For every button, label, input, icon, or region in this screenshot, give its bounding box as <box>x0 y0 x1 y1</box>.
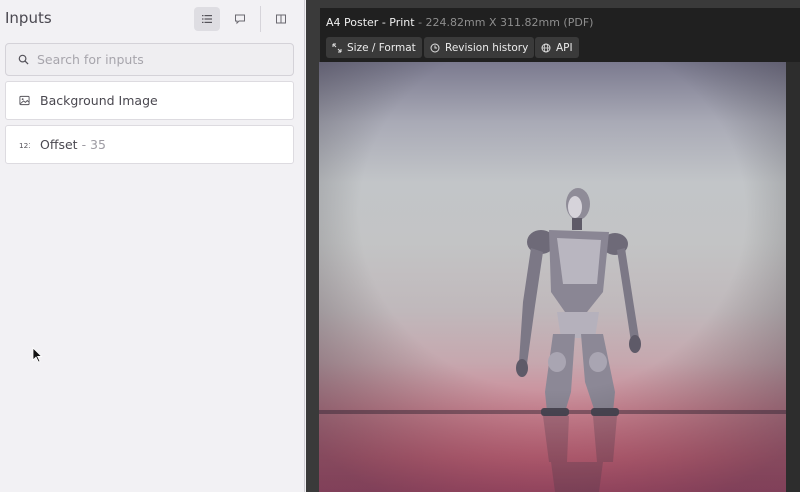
size-format-button[interactable]: Size / Format <box>326 37 422 58</box>
number-icon: 123 <box>19 139 30 150</box>
split-view-button[interactable] <box>268 7 294 31</box>
api-label: API <box>556 41 573 54</box>
poster-preview <box>319 62 786 492</box>
mouse-cursor-icon <box>32 347 43 363</box>
document-dimensions: - 224.82mm X 311.82mm (PDF) <box>414 16 594 29</box>
revision-history-label: Revision history <box>445 41 529 54</box>
resize-icon <box>332 43 342 52</box>
document-name: A4 Poster - Print <box>326 16 415 29</box>
input-offset[interactable]: 123 Offset - 35 <box>5 125 294 164</box>
size-format-label: Size / Format <box>347 41 416 54</box>
document-title: A4 Poster - Print - 224.82mm X 311.82mm … <box>326 16 593 29</box>
document-canvas: A4 Poster - Print - 224.82mm X 311.82mm … <box>306 0 800 492</box>
comments-button[interactable] <box>227 7 253 31</box>
revision-history-button[interactable]: Revision history <box>424 37 535 58</box>
input-background-image[interactable]: Background Image <box>5 81 294 120</box>
split-view-icon <box>276 14 286 24</box>
input-label: Offset <box>40 137 78 152</box>
panel-title: Inputs <box>5 9 52 27</box>
robot-figure-image <box>319 62 786 492</box>
list-icon <box>202 15 212 23</box>
inputs-panel: Inputs Back <box>0 0 305 492</box>
api-button[interactable]: API <box>535 37 579 58</box>
search-icon <box>18 54 29 65</box>
input-label: Background Image <box>40 93 158 108</box>
search-input[interactable] <box>37 52 277 67</box>
canvas-scroll-edge <box>786 62 800 492</box>
globe-icon <box>541 43 551 52</box>
search-box[interactable] <box>5 43 294 76</box>
svg-text:123: 123 <box>19 141 30 150</box>
clock-icon <box>430 43 440 52</box>
image-icon <box>19 95 30 106</box>
toolbar-divider <box>260 6 261 32</box>
list-view-button[interactable] <box>194 7 220 31</box>
input-value: - 35 <box>81 137 106 152</box>
comment-icon <box>235 14 245 25</box>
document-header: A4 Poster - Print - 224.82mm X 311.82mm … <box>320 8 800 62</box>
